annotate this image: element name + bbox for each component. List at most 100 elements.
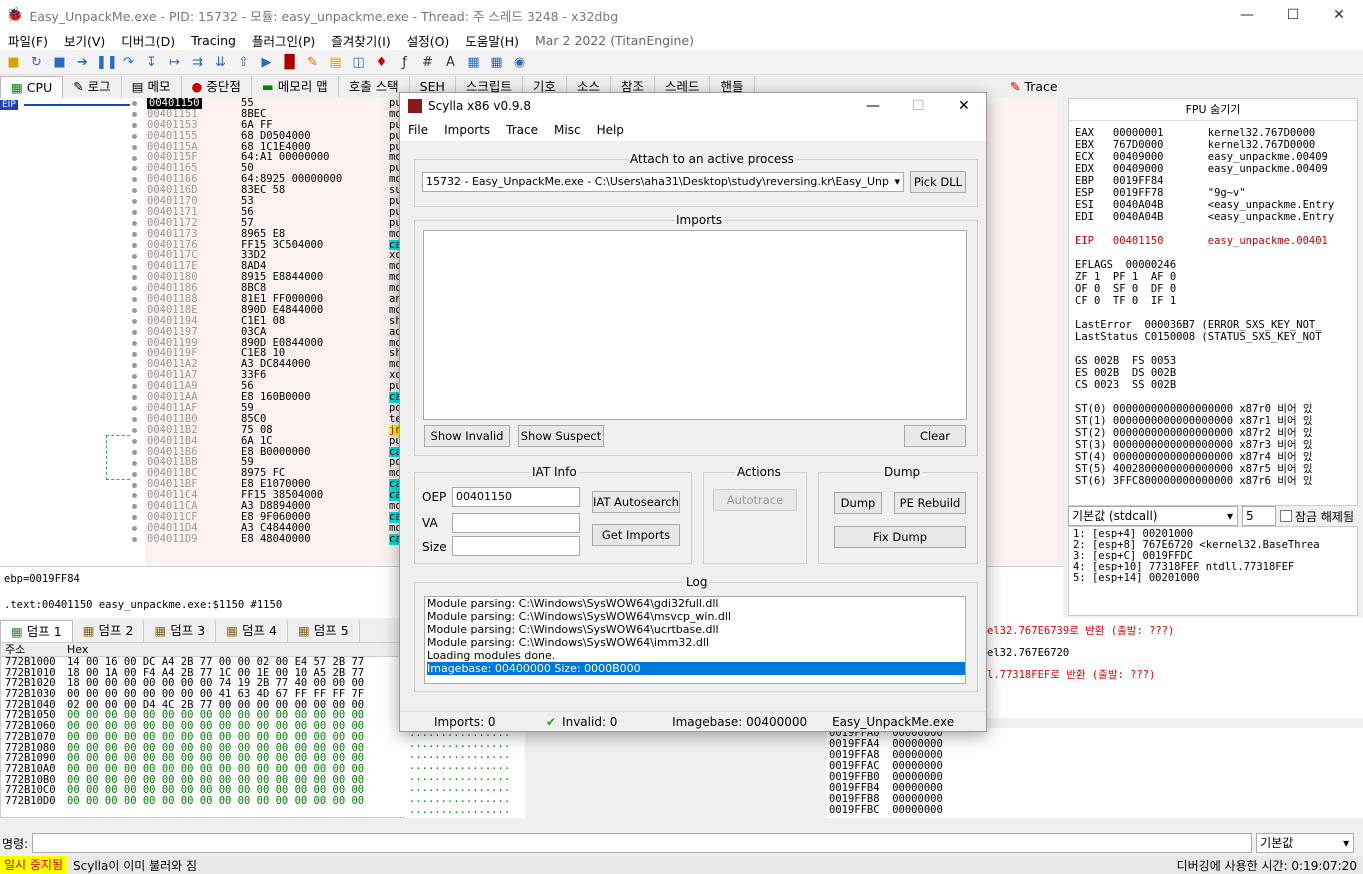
lock-checkbox[interactable]	[1280, 510, 1292, 522]
scylla-menu-help[interactable]: Help	[589, 123, 632, 137]
log-entry[interactable]: Loading modules done.	[427, 649, 965, 662]
breakpoint-dot[interactable]	[132, 297, 137, 303]
hex-dump[interactable]: 주소 Hex 772B1000 14 00 16 00 DC A4 2B 77 00…	[0, 642, 410, 818]
register-line[interactable]: GS 002B FS 0053	[1075, 355, 1351, 367]
run-to-user-icon[interactable]: ↷	[119, 53, 138, 72]
show-invalid-button[interactable]: Show Invalid	[424, 425, 510, 447]
menu-help[interactable]: 도움말(H)	[457, 31, 527, 50]
log-entry[interactable]: Imagebase: 00400000 Size: 0000B000	[427, 662, 965, 675]
dump-row[interactable]: 772B10D0 00 00 00 00 00 00 00 00 00 00 00…	[1, 796, 409, 807]
breakpoint-dot[interactable]	[132, 384, 137, 390]
tab-trace[interactable]: ✎ Trace	[1000, 76, 1068, 98]
breakpoint-dot[interactable]	[132, 537, 137, 542]
breakpoint-dot[interactable]	[132, 177, 137, 183]
register-line[interactable]: CS 0023 SS 002B	[1075, 379, 1351, 391]
iat-autosearch-button[interactable]: IAT Autosearch	[592, 491, 680, 513]
tab-log[interactable]: ✎ 로그	[63, 76, 122, 98]
log-entry[interactable]: Module parsing: C:\Windows\SysWOW64\imm3…	[427, 636, 965, 649]
close-button[interactable]: ✕	[1316, 0, 1362, 30]
pause-icon[interactable]: ❚❚	[96, 53, 118, 72]
breakpoint-dot[interactable]	[132, 460, 137, 466]
register-line[interactable]: ST(0) 0000000000000000000 x87r0 비어 있	[1075, 403, 1351, 415]
breakpoint-dot[interactable]	[132, 308, 137, 314]
register-line[interactable]: ST(4) 0000000000000000000 x87r4 비어 있	[1075, 451, 1351, 463]
scylla-close-button[interactable]: ✕	[958, 98, 970, 114]
breakpoint-dot[interactable]	[132, 220, 137, 226]
execute-till-return-icon[interactable]: ⇧	[234, 53, 253, 72]
breakpoint-dot[interactable]	[132, 362, 137, 368]
register-line[interactable]: ST(3) 0000000000000000000 x87r3 비어 있	[1075, 439, 1351, 451]
breakpoint-dot[interactable]	[132, 101, 137, 106]
scylla-minimize-button[interactable]: —	[866, 98, 880, 114]
string-icon[interactable]: A	[441, 53, 460, 72]
globe-icon[interactable]: ◉	[510, 53, 529, 72]
register-line[interactable]: CF 0 TF 0 IF 1	[1075, 295, 1351, 307]
register-line[interactable]: EDI 0040A04B <easy_unpackme.Entry	[1075, 211, 1351, 223]
breakpoint-dot[interactable]	[132, 319, 137, 324]
pick-dll-button[interactable]: Pick DLL	[910, 171, 966, 193]
callstack-line[interactable]: l.77318FEF로 반환 (출발: ???)	[987, 664, 1361, 686]
breakpoint-dot[interactable]	[132, 155, 137, 161]
argument-line[interactable]: 5: [esp+14] 00201000	[1073, 573, 1353, 584]
font-icon[interactable]: ▦	[464, 53, 483, 72]
callstack-panel[interactable]: el32.767E6739로 반환 (출발: ???) el32.767E6720…	[985, 618, 1363, 718]
scylla-menu-imports[interactable]: Imports	[436, 123, 498, 137]
dump-row[interactable]: 772B10A0 00 00 00 00 00 00 00 00 00 00 00…	[1, 764, 409, 775]
tab-dump-4[interactable]: ▦ 덤프 4	[216, 620, 288, 642]
breakpoint-dot[interactable]	[132, 253, 137, 259]
function-icon[interactable]: ƒ	[395, 53, 414, 72]
register-line[interactable]	[1075, 343, 1351, 355]
breakpoint-dot[interactable]	[132, 111, 137, 117]
breakpoint-dot[interactable]	[132, 526, 137, 532]
register-line[interactable]: ECX 00409000 easy_unpackme.00409	[1075, 151, 1351, 163]
callstack-line[interactable]: el32.767E6739로 반환 (출발: ???)	[987, 620, 1361, 642]
open-icon[interactable]: ■	[4, 53, 23, 72]
tab-cpu[interactable]: ▦ CPU	[0, 76, 64, 98]
scylla-menu-file[interactable]: File	[400, 123, 436, 137]
arguments-panel[interactable]: 1: [esp+4] 00201000 2: [esp+8] 767E6720 <…	[1068, 526, 1358, 616]
command-mode-select[interactable]: 기본값 ▾	[1256, 833, 1355, 853]
log-list[interactable]: Module parsing: C:\Windows\SysWOW64\gdi3…	[424, 596, 966, 684]
register-line[interactable]: EDX 00409000 easy_unpackme.00409	[1075, 163, 1351, 175]
fix-dump-button[interactable]: Fix Dump	[834, 526, 966, 548]
menu-favourites[interactable]: 즐겨찾기(I)	[323, 31, 398, 50]
dump-button[interactable]: Dump	[834, 492, 882, 514]
maximize-button[interactable]: ☐	[1270, 0, 1316, 30]
register-line[interactable]: EAX 00000001 kernel32.767D0000	[1075, 127, 1351, 139]
register-line[interactable]: ESI 0040A04B <easy_unpackme.Entry	[1075, 199, 1351, 211]
tab-breakpoints[interactable]: ● 중단점	[182, 76, 252, 98]
imports-tree[interactable]	[423, 230, 967, 420]
log-entry[interactable]: Module parsing: C:\Windows\SysWOW64\ucrt…	[427, 623, 965, 636]
log-entry[interactable]: Module parsing: C:\Windows\SysWOW64\gdi3…	[427, 597, 965, 610]
register-line[interactable]: EIP 00401150 easy_unpackme.00401	[1075, 235, 1351, 247]
breakpoint-dot[interactable]	[132, 504, 137, 510]
clear-button[interactable]: Clear	[904, 425, 966, 447]
size-input[interactable]	[452, 536, 580, 556]
breakpoint-dot[interactable]	[132, 493, 137, 499]
callstack-line[interactable]: el32.767E6720	[987, 642, 1361, 664]
bookmark-icon[interactable]: ♦	[372, 53, 391, 72]
comment-icon[interactable]: ▤	[326, 53, 345, 72]
register-line[interactable]	[1075, 391, 1351, 403]
breakpoint-dot[interactable]	[132, 188, 137, 194]
stop-icon[interactable]: ■	[50, 53, 69, 72]
stack-view[interactable]: 0019FFA0 00000000 0019FFA4 00000000 0019FF…	[826, 728, 1363, 818]
calculator-icon[interactable]: ▦	[487, 53, 506, 72]
breakpoint-dot[interactable]	[132, 428, 137, 433]
breakpoint-dot[interactable]	[132, 417, 137, 423]
trace-into-icon[interactable]: ⇉	[188, 53, 207, 72]
tab-dump-1[interactable]: ▦ 덤프 1	[0, 620, 73, 642]
register-line[interactable]: EBP 0019FF84	[1075, 175, 1351, 187]
breakpoint-dot[interactable]	[132, 471, 137, 477]
menu-plugins[interactable]: 플러그인(P)	[244, 31, 323, 50]
menu-debug[interactable]: 디버그(D)	[113, 31, 183, 50]
breakpoint-dot[interactable]	[132, 340, 137, 346]
get-imports-button[interactable]: Get Imports	[592, 524, 680, 546]
menu-options[interactable]: 설정(O)	[399, 31, 458, 50]
stack-row[interactable]: 0019FFBC 00000000	[829, 805, 1363, 816]
fpu-toggle[interactable]: FPU 숨기기	[1069, 99, 1357, 121]
menu-file[interactable]: 파일(F)	[0, 31, 56, 50]
scylla-maximize-button[interactable]: ☐	[912, 98, 925, 114]
menu-view[interactable]: 보기(V)	[56, 31, 113, 50]
register-line[interactable]: EFLAGS 00000246	[1075, 259, 1351, 271]
